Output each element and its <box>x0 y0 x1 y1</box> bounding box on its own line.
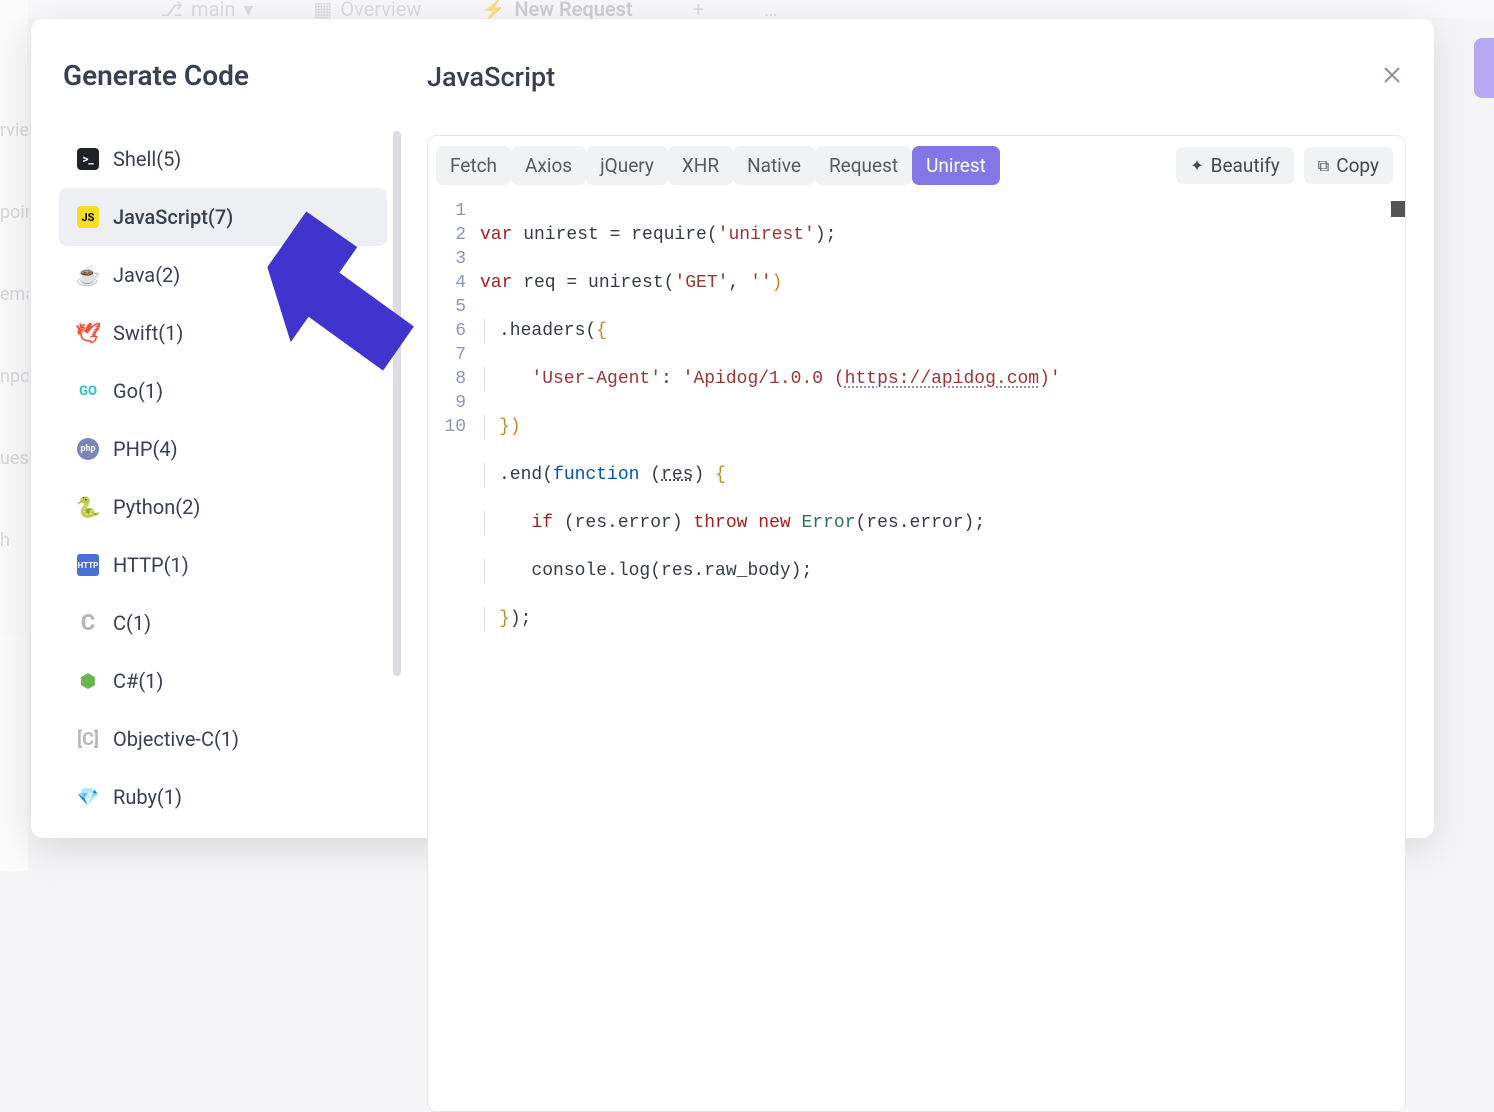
sidebar-item-ruby[interactable]: 💎 Ruby(1) <box>59 768 387 826</box>
panel-header: JavaScript <box>427 59 1406 95</box>
tab-native[interactable]: Native <box>733 146 815 185</box>
background-left-column: rviepoiremanpouesh <box>0 0 28 871</box>
sidebar-item-label: Java(2) <box>113 263 180 287</box>
sidebar-item-php[interactable]: php PHP(4) <box>59 420 387 478</box>
bg-branch: ⎇ main ▾ <box>160 0 253 21</box>
generate-code-modal: Generate Code >_ Shell(5) JS JavaScript(… <box>31 19 1434 838</box>
tab-unirest[interactable]: Unirest <box>912 146 1000 185</box>
http-icon: HTTP <box>77 554 99 576</box>
tab-request[interactable]: Request <box>815 146 912 185</box>
sidebar-item-label: Python(2) <box>113 495 200 519</box>
copy-button[interactable]: ⧉ Copy <box>1304 147 1393 184</box>
line-gutter: 1 2 3 4 5 6 7 8 9 10 <box>428 199 480 751</box>
sidebar-item-label: C(1) <box>113 611 151 635</box>
sidebar-item-objectivec[interactable]: [C] Objective-C(1) <box>59 710 387 768</box>
sidebar-scrollbar[interactable] <box>393 131 401 676</box>
c-icon: C <box>77 612 99 634</box>
bg-more-icon: … <box>764 0 777 21</box>
sidebar-item-java[interactable]: ☕ Java(2) <box>59 246 387 304</box>
sidebar-item-label: Swift(1) <box>113 321 183 345</box>
bg-new-request-tab: ⚡ New Request <box>481 0 632 21</box>
go-icon: GO <box>77 380 99 402</box>
code-content: var unirest = require('unirest'); var re… <box>480 199 1405 751</box>
sidebar-item-label: C#(1) <box>113 669 163 693</box>
sidebar-item-label: HTTP(1) <box>113 553 189 577</box>
copy-icon: ⧉ <box>1318 156 1329 176</box>
right-dropdown-handle[interactable] <box>1474 38 1494 98</box>
java-icon: ☕ <box>77 264 99 286</box>
sidebar-item-swift[interactable]: 🕊 Swift(1) <box>59 304 387 362</box>
background-toolbar: ⎇ main ▾ ▦ Overview ⚡ New Request + … <box>0 0 1494 18</box>
sidebar-item-go[interactable]: GO Go(1) <box>59 362 387 420</box>
sidebar-item-c[interactable]: C C(1) <box>59 594 387 652</box>
code-area[interactable]: 1 2 3 4 5 6 7 8 9 10 var unirest = requi… <box>428 195 1405 1111</box>
objectivec-icon: [C] <box>77 728 99 750</box>
codebox-toolbar: Fetch Axios jQuery XHR Native Request Un… <box>428 136 1405 195</box>
sidebar-item-javascript[interactable]: JS JavaScript(7) <box>59 188 387 246</box>
overview-ruler-mark <box>1391 201 1405 217</box>
csharp-icon: ⬢ <box>77 670 99 692</box>
tab-jquery[interactable]: jQuery <box>586 146 668 185</box>
ruby-icon: 💎 <box>77 786 99 808</box>
sidebar-item-label: PHP(4) <box>113 437 178 461</box>
sidebar-item-label: Objective-C(1) <box>113 727 239 751</box>
magic-icon: ✦ <box>1190 156 1203 175</box>
sidebar-item-python[interactable]: 🐍 Python(2) <box>59 478 387 536</box>
php-icon: php <box>77 438 99 460</box>
language-list: >_ Shell(5) JS JavaScript(7) ☕ Java(2) 🕊… <box>59 130 387 826</box>
tab-axios[interactable]: Axios <box>511 146 586 185</box>
panel-title: JavaScript <box>427 61 555 93</box>
close-icon <box>1382 65 1402 85</box>
code-box: Fetch Axios jQuery XHR Native Request Un… <box>427 135 1406 1112</box>
sidebar-title: Generate Code <box>63 59 387 92</box>
bg-new-tab-icon: + <box>693 0 704 21</box>
sidebar-item-label: Shell(5) <box>113 147 181 171</box>
language-sidebar: Generate Code >_ Shell(5) JS JavaScript(… <box>31 19 403 838</box>
bg-overview-tab: ▦ Overview <box>313 0 421 21</box>
sidebar-item-http[interactable]: HTTP HTTP(1) <box>59 536 387 594</box>
shell-icon: >_ <box>77 148 99 170</box>
code-panel: JavaScript Fetch Axios jQuery XHR Native… <box>403 19 1434 838</box>
library-tabs: Fetch Axios jQuery XHR Native Request Un… <box>436 146 1000 185</box>
python-icon: 🐍 <box>77 496 99 518</box>
sidebar-item-label: Ruby(1) <box>113 785 182 809</box>
sidebar-item-label: JavaScript(7) <box>113 205 233 229</box>
tab-xhr[interactable]: XHR <box>668 146 733 185</box>
swift-icon: 🕊 <box>77 322 99 344</box>
close-button[interactable] <box>1378 59 1406 95</box>
beautify-button[interactable]: ✦ Beautify <box>1176 147 1294 184</box>
sidebar-item-label: Go(1) <box>113 379 163 403</box>
javascript-icon: JS <box>77 206 99 228</box>
sidebar-item-csharp[interactable]: ⬢ C#(1) <box>59 652 387 710</box>
tab-fetch[interactable]: Fetch <box>436 146 511 185</box>
sidebar-item-shell[interactable]: >_ Shell(5) <box>59 130 387 188</box>
